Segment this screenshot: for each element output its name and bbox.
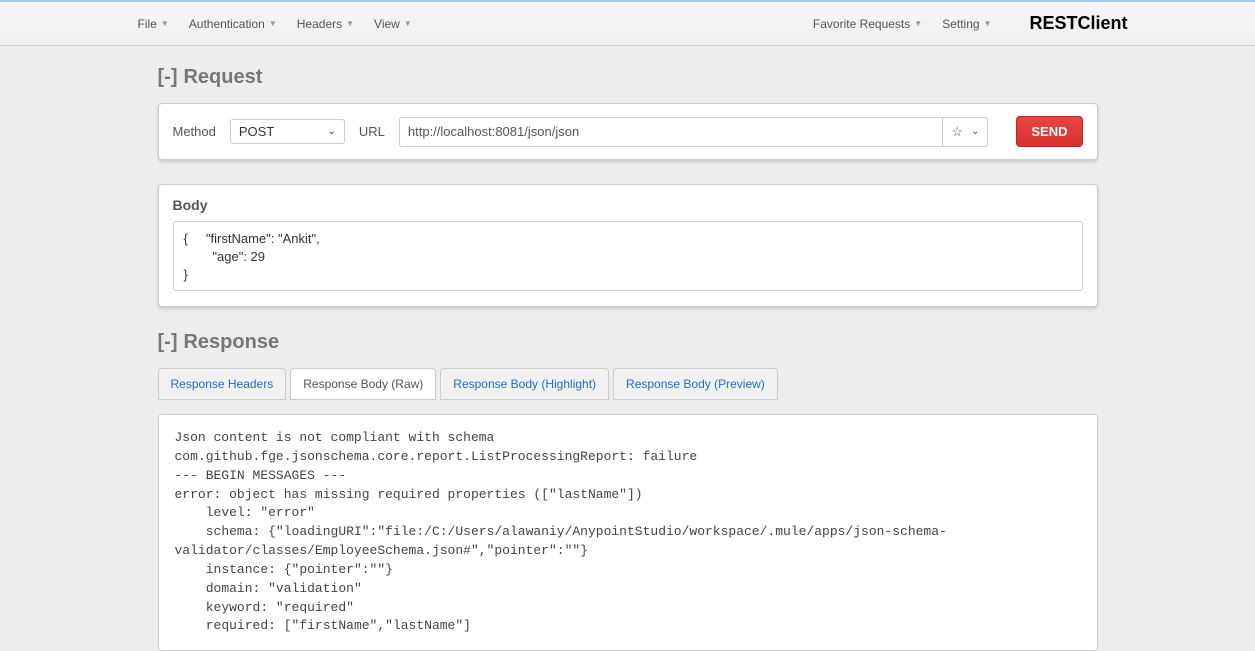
menu-label: View xyxy=(374,17,400,31)
request-title: Request xyxy=(183,66,262,89)
chevron-down-icon: ▼ xyxy=(269,19,277,28)
menu-label: File xyxy=(138,17,157,31)
menu-favorite-requests[interactable]: Favorite Requests ▼ xyxy=(803,17,932,31)
chevron-down-icon: ▼ xyxy=(346,19,354,28)
method-value: POST xyxy=(239,124,274,139)
brand-logo: RESTClient xyxy=(1029,13,1127,34)
collapse-toggle[interactable]: [-] xyxy=(158,331,178,354)
menu-left-group: File ▼ Authentication ▼ Headers ▼ View ▼ xyxy=(128,17,422,31)
star-icon[interactable]: ☆ xyxy=(951,124,963,140)
menu-file[interactable]: File ▼ xyxy=(128,17,179,31)
menu-label: Authentication xyxy=(189,17,265,31)
body-label: Body xyxy=(173,197,1083,213)
menu-label: Favorite Requests xyxy=(813,17,910,31)
chevron-down-icon: ▼ xyxy=(914,19,922,28)
tab-response-headers[interactable]: Response Headers xyxy=(158,368,287,400)
tab-response-body-preview[interactable]: Response Body (Preview) xyxy=(613,368,778,400)
request-body-panel: Body xyxy=(158,184,1098,307)
url-input[interactable] xyxy=(399,117,942,147)
request-url-panel: Method POST ⌄ URL ☆ ⌄ SEND xyxy=(158,103,1098,160)
menu-authentication[interactable]: Authentication ▼ xyxy=(179,17,287,31)
send-button[interactable]: SEND xyxy=(1016,116,1082,147)
menu-setting[interactable]: Setting ▼ xyxy=(932,17,1001,31)
url-extras[interactable]: ☆ ⌄ xyxy=(942,117,988,147)
menu-label: Headers xyxy=(297,17,342,31)
request-section-header: [-] Request xyxy=(158,66,1098,89)
tab-response-body-highlight[interactable]: Response Body (Highlight) xyxy=(440,368,609,400)
menu-headers[interactable]: Headers ▼ xyxy=(287,17,364,31)
response-tabs: Response Headers Response Body (Raw) Res… xyxy=(158,368,1098,400)
response-section-header: [-] Response xyxy=(158,331,1098,354)
response-title: Response xyxy=(183,331,279,354)
method-label: Method xyxy=(173,124,216,139)
tab-response-body-raw[interactable]: Response Body (Raw) xyxy=(290,368,436,400)
body-textarea[interactable] xyxy=(173,221,1083,291)
menu-right-group: Favorite Requests ▼ Setting ▼ RESTClient xyxy=(803,13,1128,34)
url-label: URL xyxy=(359,124,385,139)
chevron-down-icon: ▼ xyxy=(161,19,169,28)
top-menu-bar: File ▼ Authentication ▼ Headers ▼ View ▼ Fav… xyxy=(0,0,1255,46)
menu-label: Setting xyxy=(942,17,979,31)
chevron-down-icon: ▼ xyxy=(984,19,992,28)
method-select[interactable]: POST ⌄ xyxy=(230,119,345,144)
chevron-down-icon: ⌄ xyxy=(327,126,335,137)
chevron-down-icon[interactable]: ⌄ xyxy=(971,126,979,137)
response-body-content: Json content is not compliant with schem… xyxy=(158,414,1098,651)
collapse-toggle[interactable]: [-] xyxy=(158,66,178,89)
menu-view[interactable]: View ▼ xyxy=(364,17,422,31)
chevron-down-icon: ▼ xyxy=(404,19,412,28)
